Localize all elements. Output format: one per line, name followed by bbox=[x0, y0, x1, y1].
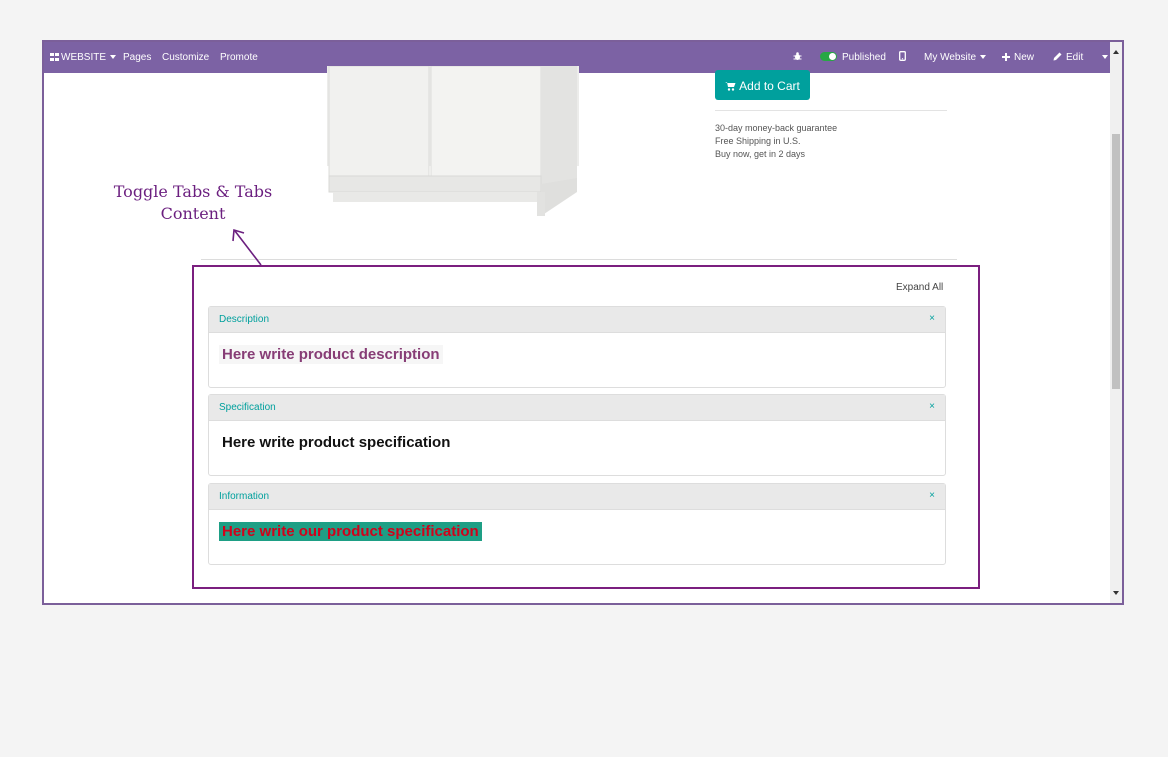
website-menu-label: WEBSITE bbox=[61, 52, 107, 63]
toggle-switch-icon bbox=[820, 52, 837, 61]
scroll-down-arrow-icon[interactable] bbox=[1113, 591, 1119, 595]
my-website-menu[interactable]: My Website bbox=[924, 42, 987, 73]
annotation-line-2: Content bbox=[160, 204, 226, 223]
promote-menu[interactable]: Promote bbox=[220, 42, 258, 73]
tab-title: Description bbox=[219, 314, 270, 325]
add-to-cart-button[interactable]: Add to Cart bbox=[715, 70, 810, 100]
tab-panel-description: Description × Here write product descrip… bbox=[208, 306, 946, 388]
section-divider bbox=[201, 259, 957, 260]
description-text: Here write product description bbox=[219, 345, 443, 364]
browser-frame: WEBSITE Pages Customize Promote Publishe… bbox=[42, 40, 1124, 605]
shopping-cart-icon bbox=[725, 82, 736, 91]
pages-menu[interactable]: Pages bbox=[123, 42, 151, 73]
expand-all-link[interactable]: Expand All bbox=[896, 282, 943, 293]
chevron-down-icon bbox=[980, 55, 987, 60]
published-label: Published bbox=[842, 52, 886, 63]
annotation-arrow-icon bbox=[232, 228, 262, 266]
perk-buy-now: Buy now, get in 2 days bbox=[715, 149, 806, 159]
website-menu-button[interactable]: WEBSITE bbox=[50, 42, 117, 73]
chevron-down-icon bbox=[1102, 55, 1108, 60]
new-label: New bbox=[1014, 52, 1035, 63]
edit-dropdown-toggle[interactable] bbox=[1098, 42, 1108, 73]
product-image bbox=[327, 66, 579, 216]
annotation-callout: Toggle Tabs & Tabs Content bbox=[108, 181, 278, 225]
tab-title: Information bbox=[219, 491, 270, 502]
website-topbar: WEBSITE Pages Customize Promote Publishe… bbox=[44, 42, 1122, 73]
my-website-label: My Website bbox=[924, 52, 977, 63]
tab-title: Specification bbox=[219, 402, 276, 413]
tab-panel-information: Information × Here write our product spe… bbox=[208, 483, 946, 565]
customize-menu[interactable]: Customize bbox=[162, 42, 209, 73]
annotation-line-1: Toggle Tabs & Tabs bbox=[113, 182, 273, 201]
edit-label: Edit bbox=[1066, 52, 1084, 63]
perk-money-back: 30-day money-back guarantee bbox=[715, 123, 838, 133]
grid-icon bbox=[50, 53, 59, 61]
mobile-preview-button[interactable] bbox=[899, 42, 906, 73]
debug-button[interactable] bbox=[793, 42, 802, 73]
pencil-icon bbox=[1053, 52, 1062, 61]
perk-free-shipping: Free Shipping in U.S. bbox=[715, 136, 801, 146]
information-text: Here write our product specification bbox=[219, 522, 482, 541]
tab-panel-specification: Specification × Here write product speci… bbox=[208, 394, 946, 476]
close-icon[interactable]: × bbox=[929, 313, 935, 324]
specification-text: Here write product specification bbox=[222, 434, 451, 451]
vertical-scrollbar[interactable] bbox=[1110, 42, 1122, 603]
mobile-icon bbox=[899, 51, 906, 61]
tab-header-specification[interactable]: Specification × bbox=[209, 395, 945, 421]
tab-header-information[interactable]: Information × bbox=[209, 484, 945, 510]
publish-toggle[interactable]: Published bbox=[820, 42, 886, 73]
add-to-cart-label: Add to Cart bbox=[739, 79, 800, 93]
close-icon[interactable]: × bbox=[929, 490, 935, 501]
new-button[interactable]: New bbox=[1002, 42, 1034, 73]
edit-button[interactable]: Edit bbox=[1053, 42, 1083, 73]
tab-content: Here write product description bbox=[209, 333, 945, 387]
plus-icon bbox=[1002, 53, 1010, 61]
scrollbar-thumb[interactable] bbox=[1112, 134, 1120, 389]
divider bbox=[715, 110, 947, 111]
scroll-up-arrow-icon[interactable] bbox=[1113, 50, 1119, 54]
tab-header-description[interactable]: Description × bbox=[209, 307, 945, 333]
bug-icon bbox=[793, 52, 802, 60]
chevron-down-icon bbox=[110, 55, 117, 60]
close-icon[interactable]: × bbox=[929, 401, 935, 412]
tab-content: Here write our product specification bbox=[209, 510, 945, 564]
tab-content: Here write product specification bbox=[209, 421, 945, 475]
